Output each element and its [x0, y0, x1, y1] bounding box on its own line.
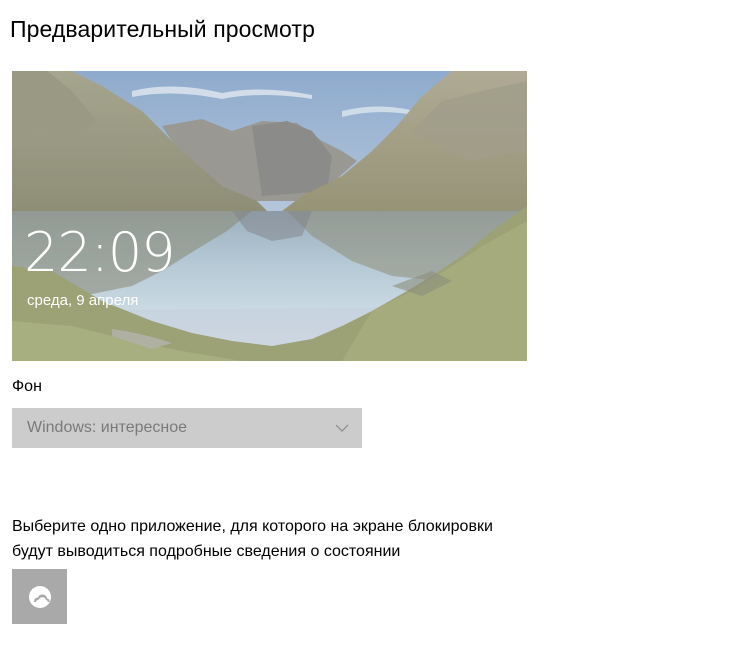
app-status-description-line1: Выберите одно приложение, для которого н…	[12, 518, 493, 535]
background-dropdown-value: Windows: интересное	[27, 419, 188, 436]
detailed-status-app-button[interactable]	[12, 569, 67, 624]
app-status-description-line2: будут выводиться подробные сведения о со…	[12, 543, 401, 560]
chevron-down-icon	[335, 424, 349, 432]
preview-landscape-image	[12, 71, 527, 361]
page-title: Предварительный просмотр	[10, 16, 315, 42]
weather-cloud-icon	[29, 586, 51, 608]
preview-clock: 22:09	[24, 221, 176, 284]
background-dropdown[interactable]: Windows: интересное	[12, 408, 362, 448]
lock-screen-preview: 22:09 среда, 9 апреля	[12, 71, 527, 361]
preview-date: среда, 9 апреля	[27, 292, 139, 309]
background-label: Фон	[12, 378, 42, 395]
app-status-description: Выберите одно приложение, для которого н…	[12, 514, 572, 564]
